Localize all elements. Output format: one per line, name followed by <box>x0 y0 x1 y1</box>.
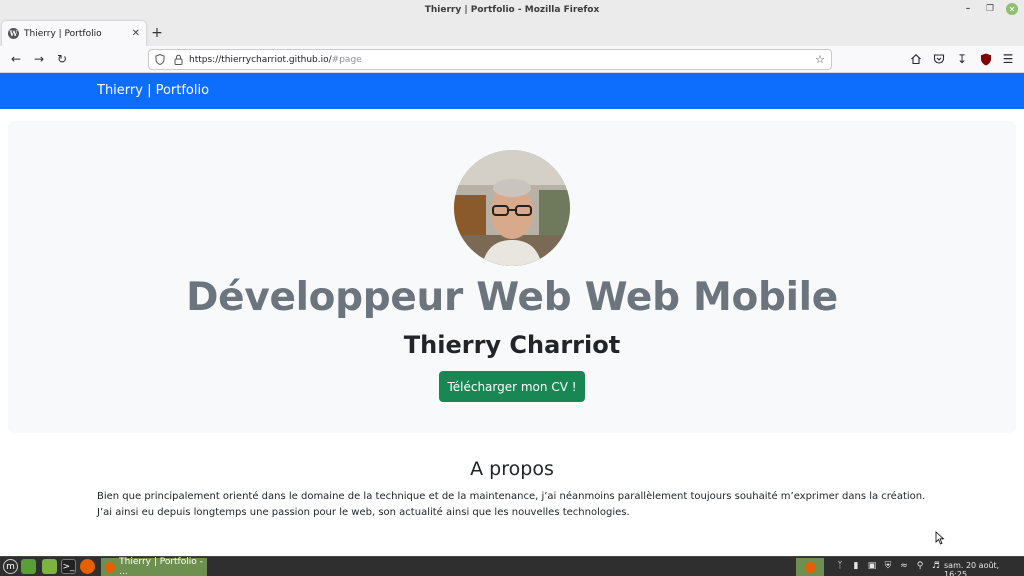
minimize-icon[interactable]: – <box>962 3 974 15</box>
about-line-2: J’ai ainsi eu depuis longtemps une passi… <box>97 507 630 518</box>
shield-icon[interactable] <box>153 53 167 67</box>
avatar <box>454 150 570 266</box>
forward-icon[interactable]: → <box>31 51 47 67</box>
taskbar: m >_ Thierry | Portfolio - ... ᛉ ▮ ▣ ⛨ ≈… <box>0 556 1024 576</box>
window-titlebar: Thierry | Portfolio - Mozilla Firefox – … <box>0 0 1024 20</box>
back-icon[interactable]: ← <box>8 51 24 67</box>
about-title: A propos <box>470 458 554 480</box>
window-title: Thierry | Portfolio - Mozilla Firefox <box>424 5 600 15</box>
ublock-icon[interactable] <box>978 51 994 67</box>
bookmark-star-icon[interactable]: ☆ <box>815 53 825 66</box>
about-text: Bien que principalement orienté dans le … <box>97 489 927 521</box>
taskbar-firefox-window[interactable]: Thierry | Portfolio - ... <box>101 557 207 576</box>
download-cv-button[interactable]: Télécharger mon CV ! <box>439 371 585 402</box>
maximize-icon[interactable]: ❐ <box>984 3 996 15</box>
clipboard-icon[interactable]: ▮ <box>850 559 862 573</box>
pocket-icon[interactable] <box>931 51 947 67</box>
close-window-icon[interactable]: ✕ <box>1006 3 1018 15</box>
hero-title: Développeur Web Web Mobile <box>186 275 838 320</box>
tray-app-button[interactable] <box>796 558 824 576</box>
hero-section: Développeur Web Web Mobile Thierry Charr… <box>8 121 1016 433</box>
bluetooth-icon[interactable]: ᛉ <box>834 559 846 573</box>
shield-tray-icon[interactable]: ⛨ <box>882 559 894 573</box>
taskbar-task-label: Thierry | Portfolio - ... <box>119 557 203 576</box>
wordpress-icon: W <box>8 28 19 39</box>
menu-icon[interactable]: ☰ <box>1000 51 1016 67</box>
clock[interactable]: sam. 20 août, 16:25 <box>944 561 1024 576</box>
show-desktop-icon[interactable] <box>21 559 36 574</box>
nav-toolbar: ← → ↻ https://thierrycharriot.github.io/… <box>0 46 1024 73</box>
site-navbar: Thierry | Portfolio <box>0 73 1024 109</box>
mouse-cursor-icon <box>935 530 945 545</box>
window-controls: – ❐ ✕ <box>962 3 1018 15</box>
firefox-launcher-icon[interactable] <box>80 559 95 574</box>
home-icon[interactable] <box>908 51 924 67</box>
tray-firefox-icon <box>804 561 816 573</box>
tab-label: Thierry | Portfolio <box>24 28 102 39</box>
tab-portfolio[interactable]: W Thierry | Portfolio ✕ <box>2 21 146 46</box>
update-icon[interactable]: ▣ <box>866 559 878 573</box>
about-line-1: Bien que principalement orienté dans le … <box>97 491 926 502</box>
mint-menu-icon[interactable]: m <box>3 559 18 574</box>
tab-strip: W Thierry | Portfolio ✕ + <box>0 20 1024 46</box>
url-host: https://thierrycharriot.github.io/ <box>189 54 332 65</box>
wifi-icon[interactable]: ≈ <box>898 559 910 573</box>
url-bar[interactable]: https://thierrycharriot.github.io/#page … <box>148 49 832 70</box>
url-path: #page <box>331 54 362 65</box>
lock-icon[interactable] <box>171 53 185 67</box>
site-brand[interactable]: Thierry | Portfolio <box>97 83 209 98</box>
hero-name: Thierry Charriot <box>403 331 621 359</box>
location-icon[interactable]: ⚲ <box>914 559 926 573</box>
volume-icon[interactable]: ♬ <box>930 559 942 573</box>
file-manager-icon[interactable] <box>42 559 57 574</box>
firefox-icon <box>105 561 116 573</box>
download-icon[interactable]: ↧ <box>954 51 970 67</box>
system-tray: ᛉ ▮ ▣ ⛨ ≈ ⚲ ♬ <box>834 559 942 573</box>
new-tab-button[interactable]: + <box>150 24 164 42</box>
reload-icon[interactable]: ↻ <box>54 51 70 67</box>
terminal-icon[interactable]: >_ <box>61 559 76 574</box>
close-tab-icon[interactable]: ✕ <box>132 28 140 39</box>
